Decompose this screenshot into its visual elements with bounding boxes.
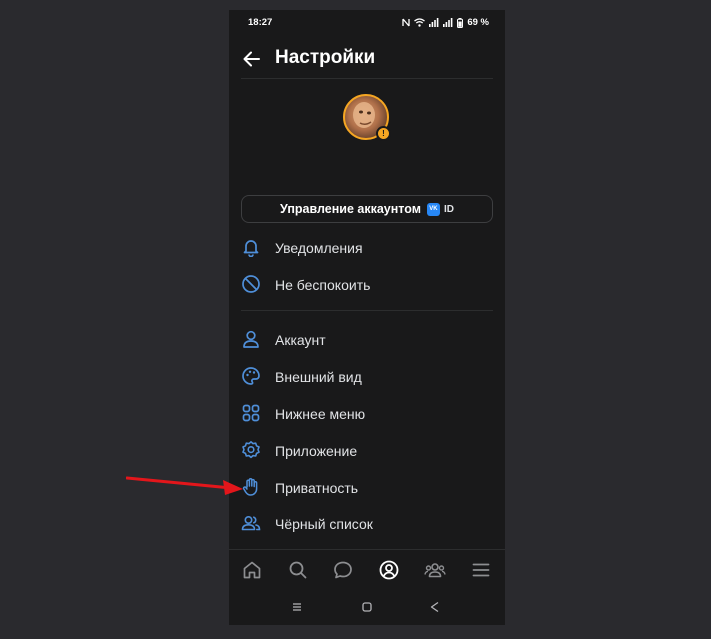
friends-icon[interactable] <box>424 559 446 581</box>
users-icon <box>241 515 261 531</box>
avatar[interactable]: ! <box>343 94 391 142</box>
back-button[interactable] <box>241 48 263 70</box>
header-divider <box>241 78 493 79</box>
menu-item-label: Приложение <box>275 443 358 459</box>
battery-icon <box>457 17 464 28</box>
grid-icon <box>242 404 260 422</box>
status-bar: 18:27 69 % <box>229 10 505 34</box>
search-icon[interactable] <box>287 559 309 581</box>
menu-item-blacklist[interactable]: Чёрный список <box>229 506 505 540</box>
annotation-arrow-icon <box>126 476 243 495</box>
nfc-icon <box>402 18 410 27</box>
manage-account-label: Управление аккаунтом <box>280 202 421 216</box>
manage-account-button[interactable]: Управление аккаунтом VK ID <box>241 195 493 223</box>
menu-item-label: Внешний вид <box>275 369 362 385</box>
menu-item-account[interactable]: Аккаунт <box>229 322 505 356</box>
user-icon <box>243 330 259 348</box>
menu-item-application[interactable]: Приложение <box>229 433 505 467</box>
profile-icon[interactable] <box>378 559 400 581</box>
bell-icon <box>243 240 259 257</box>
menu-item-bottom-menu[interactable]: Нижнее меню <box>229 396 505 430</box>
menu-item-label: Приватность <box>275 480 359 496</box>
vk-id-label: ID <box>443 203 454 215</box>
home-icon[interactable] <box>241 559 263 581</box>
signal-icon <box>429 18 439 27</box>
menu-item-notifications[interactable]: Уведомления <box>229 230 505 264</box>
menu-item-label: Уведомления <box>275 240 363 256</box>
bottom-tab-bar <box>229 549 505 590</box>
gear-icon <box>242 441 260 459</box>
menu-item-label: Чёрный список <box>275 516 373 532</box>
status-icons: 69 % <box>402 17 489 28</box>
signal-icon <box>443 18 453 27</box>
avatar-warning-badge: ! <box>376 126 391 141</box>
menu-icon[interactable] <box>470 559 492 581</box>
system-navigation-bar <box>229 590 505 625</box>
menu-item-do-not-disturb[interactable]: Не беспокоить <box>229 267 505 301</box>
do-not-disturb-icon <box>242 275 260 293</box>
hand-icon <box>242 478 258 496</box>
header: Настройки <box>229 40 505 78</box>
section-divider <box>241 310 493 311</box>
menu-item-label: Аккаунт <box>275 332 326 348</box>
menu-item-privacy[interactable]: Приватность <box>229 470 505 504</box>
status-time: 18:27 <box>248 17 273 28</box>
menu-item-appearance[interactable]: Внешний вид <box>229 359 505 393</box>
wifi-icon <box>414 18 426 27</box>
palette-icon <box>242 367 260 385</box>
home-square-icon[interactable] <box>360 600 374 614</box>
chat-icon[interactable] <box>332 559 354 581</box>
menu-item-label: Не беспокоить <box>275 277 371 293</box>
menu-item-label: Нижнее меню <box>275 406 366 422</box>
phone-screen: 18:27 69 % Настройки ! Управление аккаун… <box>229 10 505 625</box>
page-title: Настройки <box>275 47 376 68</box>
back-triangle-icon[interactable] <box>428 600 442 614</box>
vk-logo-icon: VK <box>426 202 440 216</box>
arrow-left-icon <box>243 51 260 67</box>
recents-icon[interactable] <box>290 600 304 614</box>
battery-percent: 69 % <box>467 17 489 28</box>
